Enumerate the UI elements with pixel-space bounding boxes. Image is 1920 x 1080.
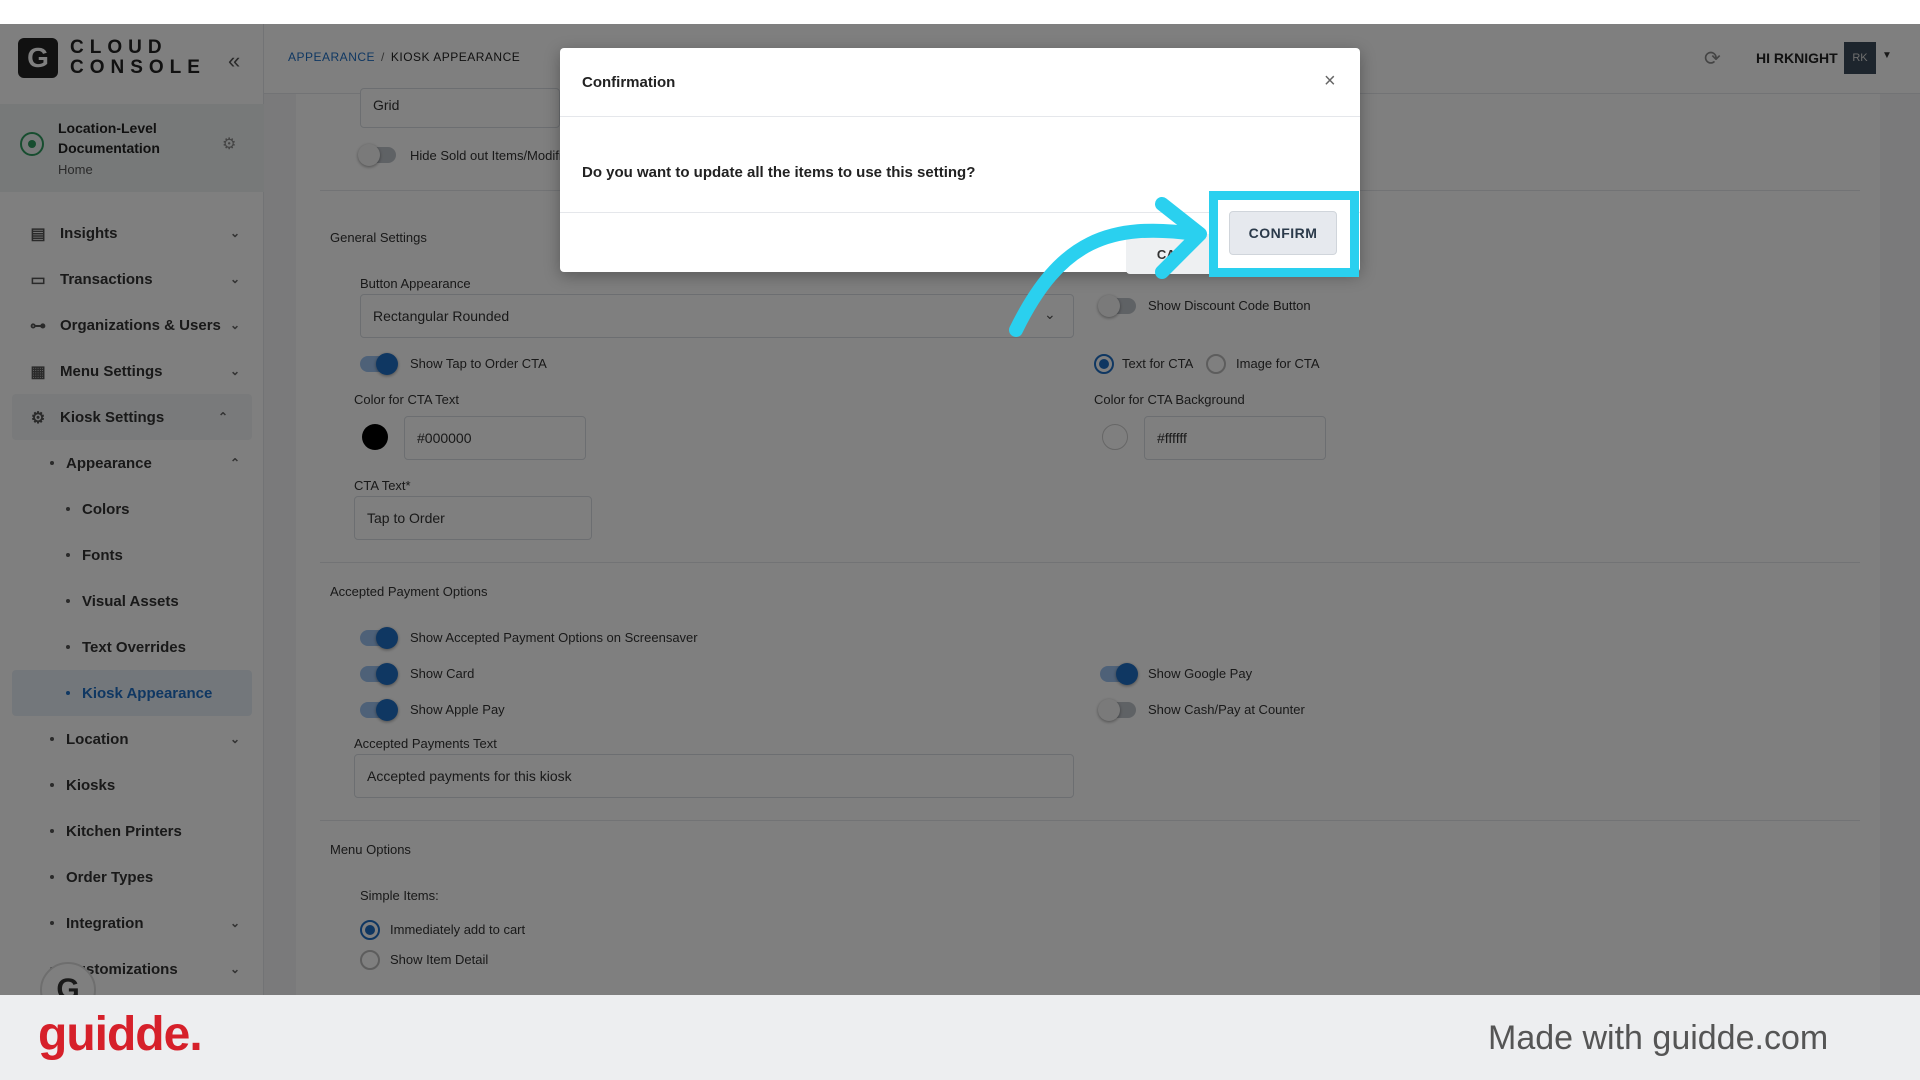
dialog-title: Confirmation [582, 74, 676, 91]
top-strip [0, 0, 1920, 24]
divider [560, 116, 1360, 117]
confirm-button[interactable]: CONFIRM [1229, 211, 1337, 255]
made-with-text: Made with guidde.com [1488, 1019, 1829, 1057]
close-icon[interactable]: × [1324, 70, 1336, 93]
app-window: G CLOUD CONSOLE « Location-Level Documen… [0, 24, 1920, 995]
dialog-message: Do you want to update all the items to u… [582, 164, 976, 181]
footer-bar: guidde. Made with guidde.com [0, 995, 1920, 1080]
guidde-logo: guidde. [38, 1008, 203, 1061]
cancel-button[interactable]: CAN [1126, 234, 1216, 274]
